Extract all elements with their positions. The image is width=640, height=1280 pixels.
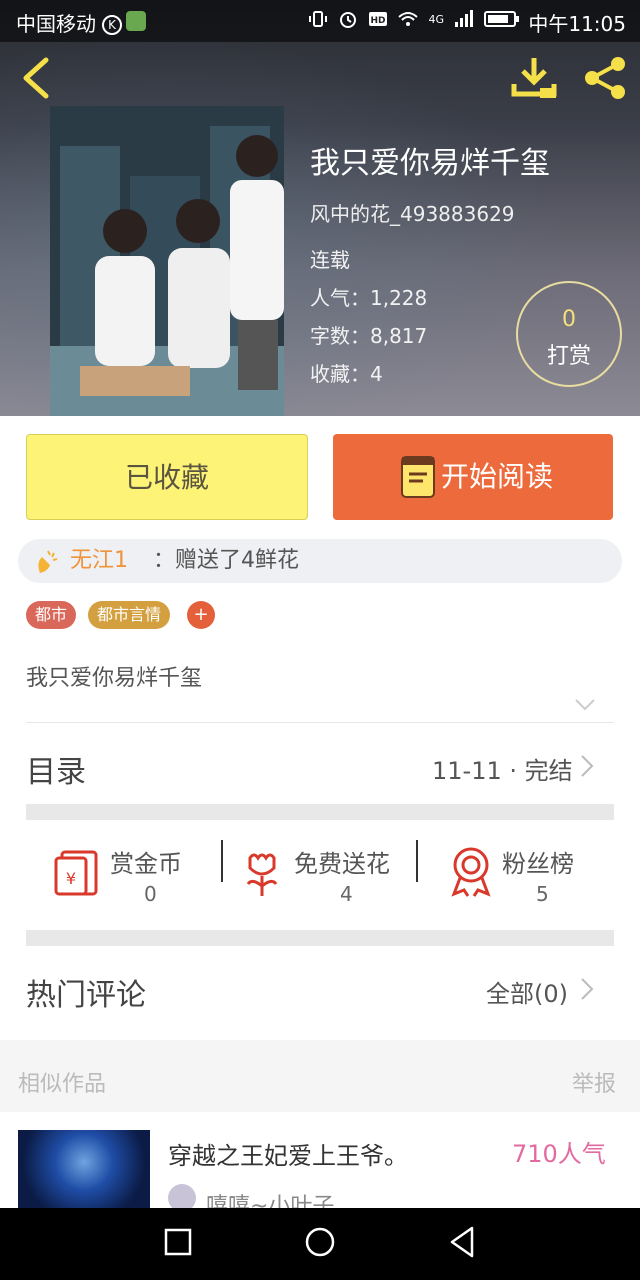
book-author[interactable]: 风中的花_493883629 [310,198,515,227]
stat-reward-coins[interactable]: ¥ 赏金币 0 [54,842,214,910]
wifi-icon [398,12,419,26]
carrier-label: 中国移动 K [16,8,146,37]
stat-free-flowers[interactable]: 免费送花 4 [242,842,412,910]
carrier-k-icon: K [102,15,122,35]
catalog-latest[interactable]: 11-11 · 完结 [432,751,573,786]
tag-urban-romance[interactable]: 都市言情 [88,601,171,629]
section-separator [26,930,614,946]
recent-apps-icon[interactable] [164,1228,192,1256]
start-reading-button[interactable]: 开始阅读 [333,434,613,520]
catalog-title[interactable]: 目录 [26,747,86,791]
red-envelope-icon: ¥ [54,850,98,896]
battery-icon [484,11,519,27]
clap-icon [38,550,58,573]
stat-value: 5 [536,882,549,906]
network-type: 4G [428,12,444,26]
favorites-row: 收藏：4 [310,362,383,386]
tip-button[interactable]: 0 打赏 [516,281,622,387]
svg-text:HD: HD [371,16,386,26]
app-notification-icon [126,11,146,31]
divider [416,840,418,882]
download-icon[interactable] [510,56,558,100]
book-cover[interactable] [50,106,284,416]
serial-status: 连载 [310,248,350,272]
gift-notice[interactable]: 无江1 ：赠送了4鲜花 [18,539,622,583]
chevron-down-icon[interactable] [574,698,596,712]
signal-icon [455,10,473,27]
medal-icon [451,847,491,897]
comments-title: 热门评论 [26,978,146,1013]
hd-icon: HD [369,12,388,26]
book-icon [401,456,435,498]
book-summary: 我只爱你易烊千玺 [26,666,203,691]
comments-chevron-right-icon[interactable] [580,977,594,1001]
stat-fan-ranking[interactable]: 粉丝榜 5 [450,842,600,910]
navigation-bar [0,1208,640,1280]
popularity-row: 人气：1,228 [310,286,428,310]
back-nav-icon[interactable] [448,1226,476,1258]
stat-value: 4 [340,882,353,906]
stat-value: 0 [144,882,157,906]
stat-label: 赏金币 [110,850,182,878]
book-title: 我只爱你易烊千玺 [310,146,550,181]
add-tag-button[interactable]: + [187,601,215,629]
catalog-chevron-right-icon[interactable] [580,754,594,778]
back-icon[interactable] [16,54,56,102]
svg-text:¥: ¥ [66,869,76,888]
home-icon[interactable] [304,1226,336,1258]
report-link[interactable]: 举报 [572,1066,616,1098]
start-reading-label: 开始阅读 [441,460,554,493]
status-icons: HD 4G [308,9,520,29]
similar-book-title[interactable]: 穿越之王妃爱上王爷。 [168,1136,408,1171]
favorited-button[interactable]: 已收藏 [26,434,308,520]
status-bar: 中国移动 K HD 4G 中午11:05 [0,0,640,42]
similar-works-title: 相似作品 [18,1072,107,1097]
flower-icon [246,853,278,896]
tip-count: 0 [562,307,576,332]
comments-all-link[interactable]: 全部(0) [486,974,568,1009]
similar-book-cover[interactable] [18,1130,150,1210]
clock: 中午11:05 [528,12,626,36]
cover-illustration [50,106,284,416]
similar-book-popularity: 710人气 [512,1140,606,1168]
word-count-row: 字数：8,817 [310,324,428,348]
section-separator [26,804,614,820]
tip-label: 打赏 [546,344,591,369]
alarm-icon [340,12,357,28]
gift-sender[interactable]: 无江1 [70,539,128,583]
share-icon[interactable] [580,54,630,102]
tag-urban[interactable]: 都市 [26,601,77,629]
divider [221,840,223,882]
stat-label: 免费送花 [294,850,390,878]
stat-label: 粉丝榜 [502,850,574,878]
gift-message: ：赠送了4鲜花 [153,548,299,573]
divider [26,722,614,723]
vibrate-icon [309,11,328,27]
